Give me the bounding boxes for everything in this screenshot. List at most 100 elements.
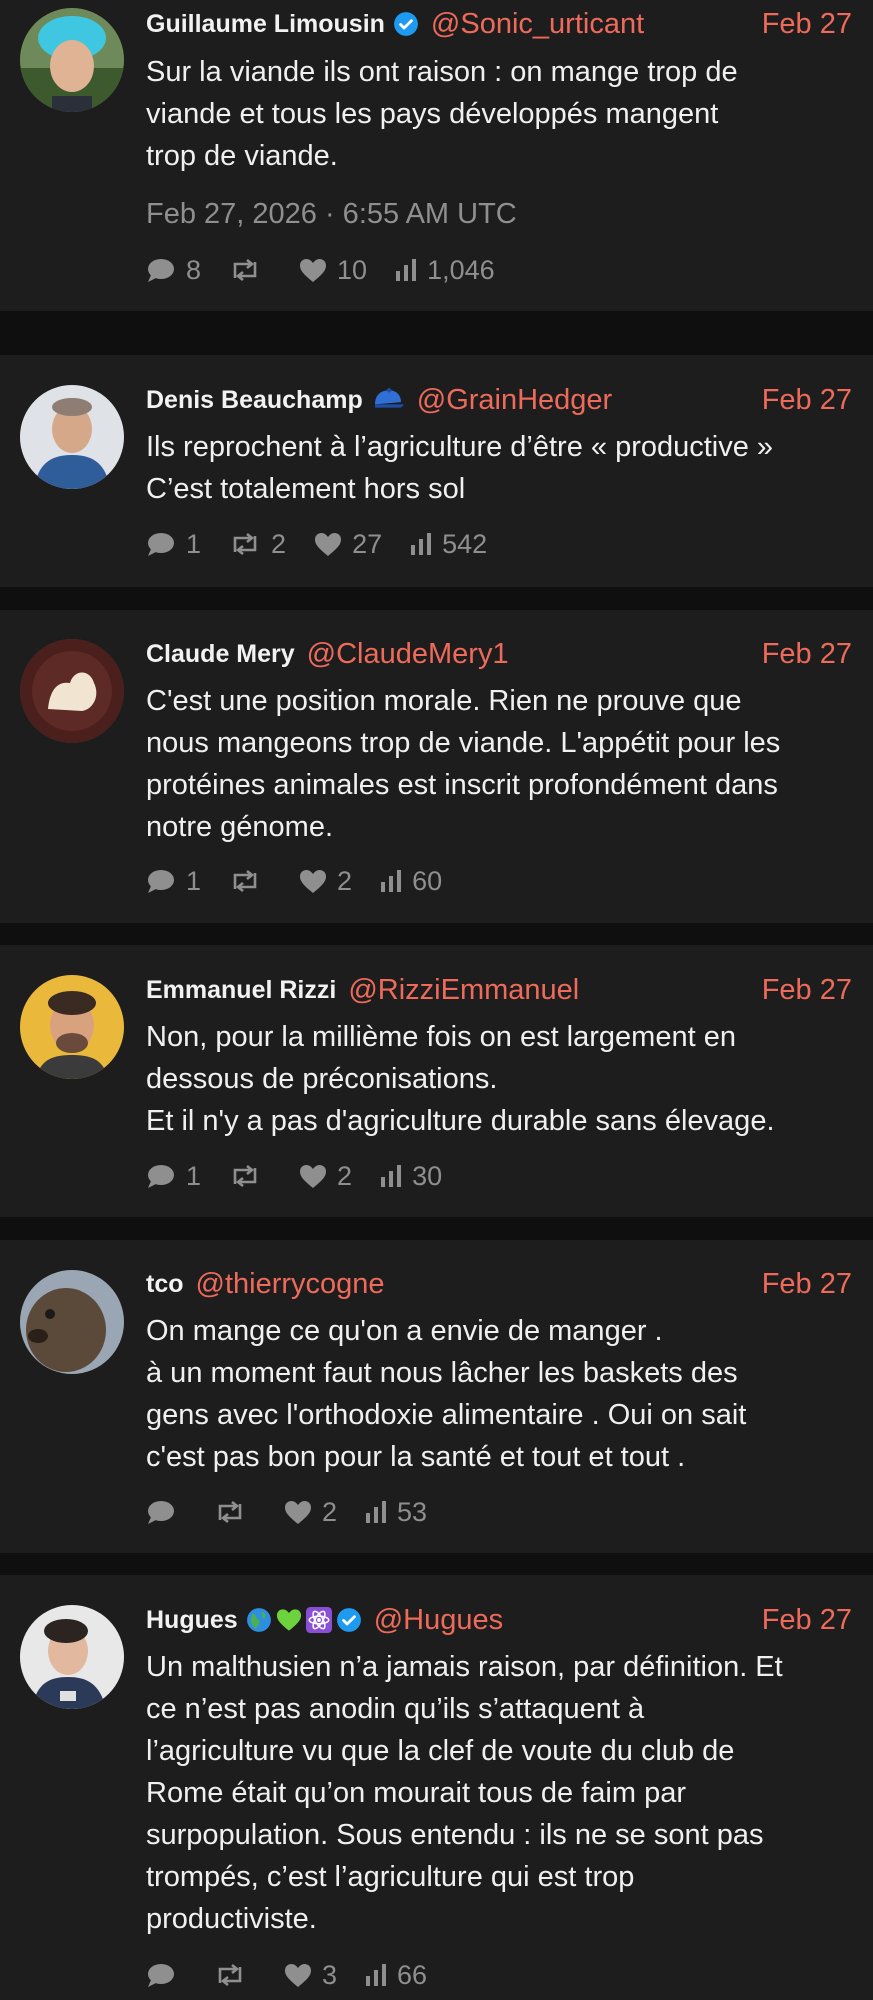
atom-emoji-icon: [305, 1607, 332, 1633]
reply-button[interactable]: 8: [146, 255, 201, 286]
like-button[interactable]: 3: [284, 1960, 337, 1991]
views-chart-icon: [366, 1501, 387, 1523]
views-chart-icon: [381, 870, 402, 892]
like-button[interactable]: 27: [314, 529, 382, 560]
author-handle[interactable]: @RizziEmmanuel: [348, 974, 579, 1007]
like-button[interactable]: 2: [299, 866, 352, 897]
retweet-icon: [218, 1500, 242, 1524]
tweet-card[interactable]: Denis Beauchamp @GrainHedger Feb 27 Ils …: [0, 355, 873, 587]
avatar[interactable]: [20, 8, 124, 112]
verified-icon: [394, 12, 418, 36]
like-button[interactable]: 2: [284, 1497, 337, 1528]
views-chart-icon: [366, 1964, 387, 1986]
views-button[interactable]: 30: [380, 1161, 442, 1192]
tweet-text: Sur la viande ils ont raison : on mange …: [146, 51, 853, 177]
views-button[interactable]: 1,046: [395, 255, 495, 286]
reply-button[interactable]: 1: [146, 529, 201, 560]
comment-icon: [148, 870, 174, 893]
tweet-text-line: productiviste.: [146, 1903, 317, 1935]
views-chart-icon: [396, 259, 417, 281]
heart-icon: [300, 258, 327, 282]
views-button[interactable]: 66: [365, 1960, 427, 1991]
author-name[interactable]: tco: [146, 1270, 184, 1299]
comment-icon: [148, 1501, 174, 1524]
avatar[interactable]: [20, 975, 124, 1079]
green-heart-emoji-icon: [276, 1609, 301, 1631]
like-count: 2: [337, 865, 353, 896]
tweet-text-line: C’est totalement hors sol: [146, 473, 466, 505]
reply-button[interactable]: 1: [146, 1161, 201, 1192]
tweet-header: Emmanuel Rizzi @RizziEmmanuel Feb 27: [146, 970, 852, 1010]
views-count: 1,046: [427, 254, 495, 285]
reply-button[interactable]: [146, 1962, 186, 1988]
author-handle[interactable]: @thierrycogne: [196, 1268, 385, 1301]
views-button[interactable]: 542: [410, 529, 487, 560]
heart-icon: [300, 869, 327, 893]
tweet-date[interactable]: Feb 27: [762, 384, 852, 417]
author-handle[interactable]: @ClaudeMery1: [307, 638, 509, 671]
tweet-stats: 1 2 60: [146, 861, 470, 901]
reply-button[interactable]: 1: [146, 866, 201, 897]
tweet-stats: 1 2 30: [146, 1156, 470, 1196]
author-name[interactable]: Hugues: [146, 1606, 238, 1635]
tweet-text: Non, pour la millième fois on est largem…: [146, 1016, 853, 1142]
retweet-icon: [233, 532, 257, 556]
tweet-card[interactable]: Claude Mery @ClaudeMery1 Feb 27 C'est un…: [0, 610, 873, 923]
tweet-text-line: Un malthusien n’a jamais raison, par déf…: [146, 1651, 783, 1683]
like-button[interactable]: 2: [299, 1161, 352, 1192]
author-handle[interactable]: @Hugues: [374, 1604, 503, 1637]
like-count: 27: [352, 528, 383, 559]
tweet-date[interactable]: Feb 27: [762, 974, 852, 1007]
avatar[interactable]: [20, 1605, 124, 1709]
tweet-text-line: C'est une position morale. Rien ne prouv…: [146, 685, 742, 717]
author-name[interactable]: Denis Beauchamp: [146, 386, 363, 415]
retweet-button[interactable]: [229, 869, 271, 893]
like-count: 10: [337, 254, 368, 285]
comment-icon: [148, 259, 174, 282]
author-handle[interactable]: @GrainHedger: [417, 384, 612, 417]
tweet-text-line: Non, pour la millième fois on est largem…: [146, 1021, 736, 1053]
tweet-text-line: protéines animales est inscrit profondém…: [146, 769, 778, 801]
comment-icon: [148, 1165, 174, 1188]
tweet-date[interactable]: Feb 27: [762, 1604, 852, 1637]
tweet-text-line: Rome était qu’on mourait tous de faim pa…: [146, 1777, 686, 1809]
tweet-card[interactable]: tco @thierrycogne Feb 27 On mange ce qu'…: [0, 1240, 873, 1553]
avatar[interactable]: [20, 1270, 124, 1374]
views-button[interactable]: 60: [380, 866, 442, 897]
verified-icon: [336, 1608, 361, 1632]
tweet-stats: 2 53: [146, 1492, 455, 1532]
tweet-date[interactable]: Feb 27: [762, 638, 852, 671]
views-count: 53: [397, 1496, 428, 1527]
comment-icon: [148, 533, 174, 556]
retweet-button[interactable]: 2: [229, 529, 286, 560]
tweet-text-line: l’agriculture vu que la clef de voute du…: [146, 1735, 735, 1767]
views-button[interactable]: 53: [365, 1497, 427, 1528]
reply-button[interactable]: [146, 1499, 186, 1525]
tweet-header: Hugues @Hugues Feb 27: [146, 1600, 852, 1640]
author-name[interactable]: Emmanuel Rizzi: [146, 976, 336, 1005]
reply-count: 1: [186, 528, 202, 559]
tweet-text-line: à un moment faut nous lâcher les baskets…: [146, 1357, 738, 1389]
retweet-button[interactable]: [214, 1500, 256, 1524]
tweet-card[interactable]: Emmanuel Rizzi @RizziEmmanuel Feb 27 Non…: [0, 945, 873, 1217]
retweet-button[interactable]: [229, 1164, 271, 1188]
like-button[interactable]: 10: [299, 255, 367, 286]
avatar[interactable]: [20, 385, 124, 489]
retweet-button[interactable]: [214, 1963, 256, 1987]
tweet-text-line: notre génome.: [146, 811, 334, 843]
tweet-card[interactable]: Hugues @Hugues Feb 27 Un malthusien n’a …: [0, 1575, 873, 2000]
author-name[interactable]: Guillaume Limousin: [146, 10, 385, 39]
tweet-text-line: nous mangeons trop de viande. L'appétit …: [146, 727, 781, 759]
tweet-stats: 1 2 27 542: [146, 524, 515, 564]
globe-emoji-icon: [246, 1608, 271, 1632]
author-handle[interactable]: @Sonic_urticant: [431, 8, 644, 41]
tweet-text: Ils reprochent à l’agriculture d’être « …: [146, 426, 853, 510]
avatar[interactable]: [20, 639, 124, 743]
tweet-header: tco @thierrycogne Feb 27: [146, 1264, 852, 1304]
tweet-card[interactable]: Guillaume Limousin @Sonic_urticant Feb 2…: [0, 0, 873, 311]
tweet-date[interactable]: Feb 27: [762, 8, 852, 41]
retweet-button[interactable]: [229, 258, 271, 282]
author-name[interactable]: Claude Mery: [146, 640, 295, 669]
views-chart-icon: [411, 533, 432, 555]
tweet-date[interactable]: Feb 27: [762, 1268, 852, 1301]
